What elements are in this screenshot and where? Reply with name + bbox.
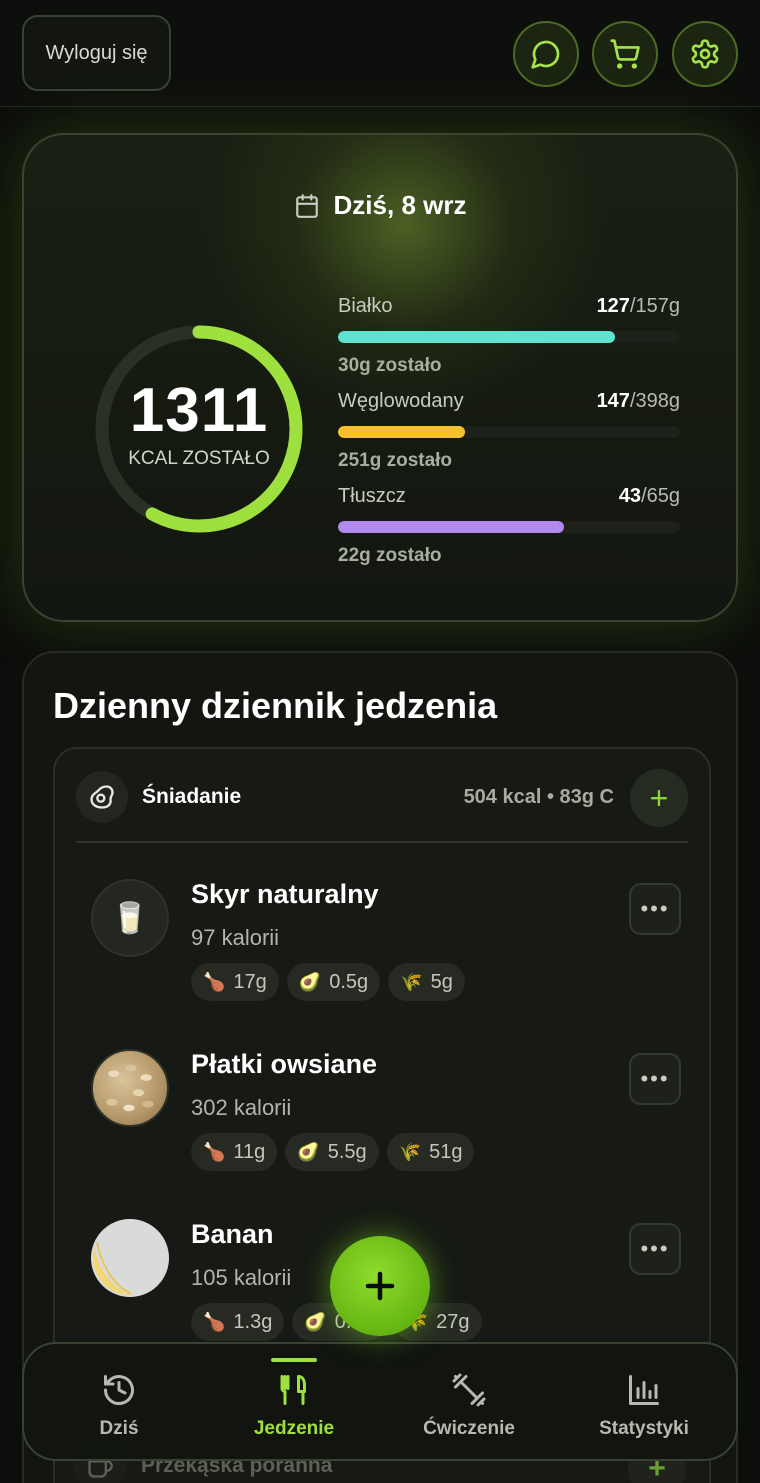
drumstick-icon: 🍗 [203,971,226,992]
logout-button[interactable]: Wyloguj się [22,15,171,91]
banana-image [93,1239,135,1295]
protein-chip: 🍗 1.3g [191,1303,285,1341]
meal-summary: 504 kcal • 83g C [463,786,614,808]
nav-label: Dziś [99,1418,139,1439]
drumstick-icon: 🍗 [203,1311,226,1332]
nav-label: Statystyki [599,1418,689,1439]
food-name: Skyr naturalny [191,879,379,909]
avocado-icon: 🥑 [297,1141,320,1162]
oats-image [106,1064,154,1112]
macro-remaining: 30g zostało [338,355,442,376]
avocado-icon: 🥑 [304,1311,327,1332]
gear-icon [691,39,719,69]
food-calories: 105 kalorii [191,1265,292,1290]
food-item[interactable]: 🥛 Skyr naturalny 97 kalorii 🍗 17g 🥑 0.5g 🌾… [91,879,681,1019]
protein-chip: 🍗 17g [191,963,279,1001]
macro-remaining: 251g zostało [338,450,453,471]
macro-value: 147/398g [596,390,680,412]
macro-progress-bar [338,331,680,343]
cart-icon [610,39,640,69]
food-thumbnail [91,1049,169,1127]
nav-food[interactable]: Jedzenie [209,1344,379,1463]
macro-name: Białko [338,295,393,317]
macro-progress-bar [338,426,680,438]
fat-chip: 🥑 5.5g [285,1133,379,1171]
date-selector[interactable]: Dziś, 8 wrz [24,190,736,221]
meal-name: Śniadanie [142,785,242,808]
bottom-navigation: Dziś Jedzenie Ćwiczenie Statystyki [22,1342,738,1461]
more-options-button[interactable]: ••• [629,883,681,935]
date-label: Dziś, 8 wrz [333,190,467,220]
food-calories: 302 kalorii [191,1095,292,1120]
quick-add-button[interactable] [330,1236,430,1336]
food-log-title: Dzienny dziennik jedzenia [53,685,498,726]
avocado-icon: 🥑 [298,971,322,992]
food-name: Płatki owsiane [191,1049,378,1079]
macro-remaining: 22g zostało [338,545,442,566]
macro-chips: 🍗 11g 🥑 5.5g 🌾 51g [191,1133,475,1171]
macro-progress-bar [338,521,680,533]
settings-button[interactable] [672,21,738,87]
cart-button[interactable] [592,21,658,87]
protein-chip: 🍗 11g [191,1133,278,1171]
macro-protein: Białko 127/157g 30g zostało [338,295,680,377]
egg-icon [76,771,128,823]
food-calories: 97 kalorii [191,925,280,950]
fat-chip: 🥑 0.5g [286,963,381,1001]
calories-remaining-label: KCAL ZOSTAŁO [128,448,270,469]
bar-chart-icon [629,1375,659,1405]
calendar-icon [295,193,318,218]
nav-exercise[interactable]: Ćwiczenie [384,1344,554,1463]
macro-name: Węglowodany [338,390,464,412]
macro-value: 127/157g [596,295,680,317]
macro-fat: Tłuszcz 43/65g 22g zostało [338,485,680,567]
chat-icon [531,40,560,69]
active-indicator [271,1358,317,1362]
food-thumbnail: 🥛 [91,879,169,957]
wheat-icon: 🌾 [400,971,423,992]
nav-label: Jedzenie [253,1418,335,1439]
nav-statistics[interactable]: Statystyki [559,1344,729,1463]
macro-carbs: Węglowodany 147/398g 251g zostało [338,390,680,472]
clock-history-icon [104,1375,134,1406]
daily-summary-card: Dziś, 8 wrz 1311 KCAL ZOSTAŁO Białko 127… [22,133,738,622]
add-food-button[interactable]: + [630,769,688,827]
meal-header[interactable]: Śniadanie 504 kcal • 83g C + [76,769,688,843]
carbs-chip: 🌾 51g [386,1133,475,1171]
macro-name: Tłuszcz [338,485,406,507]
food-item[interactable]: Płatki owsiane 302 kalorii 🍗 11g 🥑 5.5g 🌾 5… [91,1049,681,1189]
nav-label: Ćwiczenie [423,1418,515,1439]
utensils-icon [280,1375,306,1405]
dumbbell-icon [452,1373,486,1407]
more-options-button[interactable]: ••• [629,1223,681,1275]
carbs-chip: 🌾 5g [388,963,465,1001]
food-thumbnail [91,1219,169,1297]
nav-today[interactable]: Dziś [34,1344,204,1463]
plus-icon [365,1271,395,1301]
calories-remaining-value: 1311 [129,376,269,445]
macro-chips: 🍗 17g 🥑 0.5g 🌾 5g [191,963,465,1001]
macro-value: 43/65g [618,485,680,507]
chat-button[interactable] [513,21,579,87]
top-bar: Wyloguj się [0,0,760,107]
more-options-button[interactable]: ••• [629,1053,681,1105]
food-name: Banan [191,1219,274,1249]
milk-glass-icon: 🥛 [111,901,149,935]
wheat-icon: 🌾 [398,1141,422,1162]
drumstick-icon: 🍗 [203,1141,226,1162]
